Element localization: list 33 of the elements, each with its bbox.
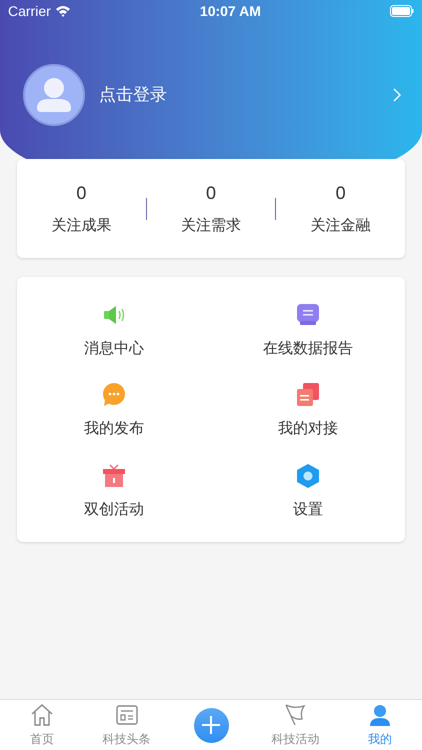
documents-icon bbox=[295, 382, 321, 408]
battery-icon bbox=[390, 5, 414, 17]
menu-item[interactable]: 我的发布 bbox=[17, 371, 211, 452]
login-link[interactable]: 点击登录 bbox=[99, 82, 392, 108]
menu-label: 双创活动 bbox=[84, 500, 144, 520]
add-button[interactable] bbox=[194, 708, 229, 742]
stat-value: 0 bbox=[76, 182, 86, 205]
avatar-icon[interactable] bbox=[23, 64, 85, 126]
chat-bubble-icon bbox=[101, 382, 127, 408]
menu-label: 消息中心 bbox=[84, 338, 144, 359]
stat-label[interactable]: 关注金融 bbox=[310, 214, 371, 238]
wifi-icon bbox=[54, 5, 71, 17]
chevron-right-icon[interactable] bbox=[392, 87, 402, 103]
menu-label: 设置 bbox=[293, 500, 323, 520]
menu-item[interactable]: 设置 bbox=[211, 452, 405, 532]
gift-box-icon bbox=[101, 462, 127, 489]
stat-label[interactable]: 关注需求 bbox=[181, 214, 241, 238]
menu-item[interactable]: 双创活动 bbox=[17, 452, 211, 532]
plus-icon bbox=[200, 714, 222, 736]
clock: 10:07 AM bbox=[200, 2, 261, 20]
menu-item[interactable]: 在线数据报告 bbox=[211, 291, 405, 372]
stat-value: 0 bbox=[336, 182, 346, 205]
menu-item[interactable]: 我的对接 bbox=[211, 371, 405, 452]
stat-label[interactable]: 关注成果 bbox=[51, 214, 112, 238]
hexagon-icon bbox=[295, 462, 321, 489]
carrier-label: Carrier bbox=[8, 2, 51, 20]
tab[interactable]: 科技头条 bbox=[84, 700, 169, 750]
menu-item[interactable]: 消息中心 bbox=[17, 291, 211, 372]
menu-label: 我的发布 bbox=[84, 419, 144, 440]
menu-label: 在线数据报告 bbox=[263, 338, 353, 359]
stat-value: 0 bbox=[206, 182, 216, 205]
menu-label: 我的对接 bbox=[278, 419, 338, 440]
chat-screen-icon bbox=[295, 302, 321, 328]
